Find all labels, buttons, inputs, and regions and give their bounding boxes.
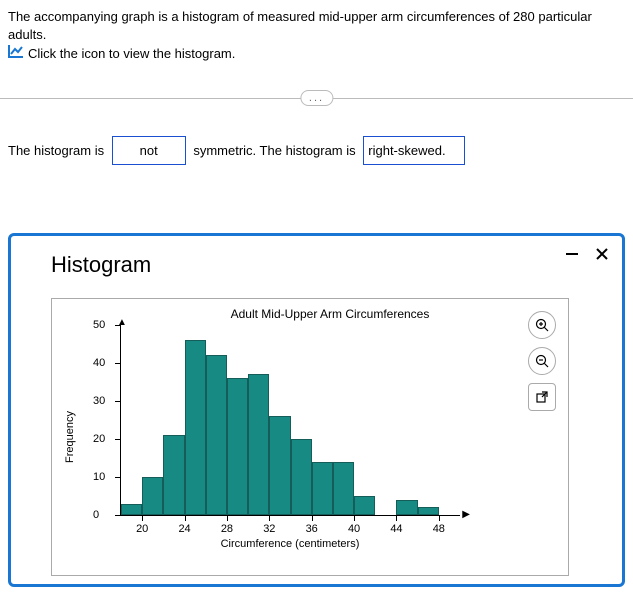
answer-text-2: symmetric. The histogram is	[193, 143, 355, 158]
x-tick	[396, 515, 397, 521]
answer-text-1: The histogram is	[8, 143, 104, 158]
intro-text-1: The accompanying graph is a histogram of…	[8, 8, 625, 44]
y-tick-label: 40	[93, 357, 105, 369]
answer-blank-1[interactable]: not	[112, 136, 186, 165]
histogram-bar	[163, 435, 184, 515]
histogram-bar	[396, 500, 417, 515]
histogram-modal: Histogram Adult Mid-Upper Arm Circumfere…	[8, 233, 625, 587]
x-tick	[227, 515, 228, 521]
x-tick-label: 40	[348, 523, 360, 535]
x-tick	[312, 515, 313, 521]
close-icon[interactable]	[594, 246, 610, 265]
histogram-bar	[269, 416, 290, 515]
histogram-bar	[142, 477, 163, 515]
y-tick-label: 20	[93, 433, 105, 445]
y-tick	[115, 515, 121, 516]
chart-icon[interactable]	[8, 44, 24, 63]
y-tick	[115, 439, 121, 440]
y-tick	[115, 401, 121, 402]
x-tick	[354, 515, 355, 521]
x-tick-label: 44	[390, 523, 402, 535]
y-tick-label: 30	[93, 395, 105, 407]
x-tick-label: 48	[433, 523, 445, 535]
x-tick-label: 24	[178, 523, 190, 535]
histogram-bar	[227, 378, 248, 515]
y-tick	[115, 363, 121, 364]
y-tick	[115, 325, 121, 326]
answer-blank-2[interactable]: right-skewed.	[363, 136, 465, 165]
chart-frame: Adult Mid-Upper Arm Circumferences Frequ…	[51, 298, 569, 576]
chart-title: Adult Mid-Upper Arm Circumferences	[60, 307, 560, 321]
zoom-out-icon[interactable]	[528, 347, 556, 375]
x-tick	[439, 515, 440, 521]
zoom-in-icon[interactable]	[528, 311, 556, 339]
x-tick	[269, 515, 270, 521]
histogram-bar	[418, 507, 439, 515]
histogram-bar	[206, 355, 227, 515]
y-tick-label: 10	[93, 471, 105, 483]
x-tick-label: 32	[263, 523, 275, 535]
x-tick-label: 20	[136, 523, 148, 535]
histogram-plot: ▲ ▶ 010203040502024283236404448	[120, 325, 460, 516]
histogram-bar	[121, 504, 142, 515]
y-tick-label: 50	[93, 319, 105, 331]
x-tick-label: 36	[306, 523, 318, 535]
popout-icon[interactable]	[528, 383, 556, 411]
x-tick-label: 28	[221, 523, 233, 535]
histogram-bar	[333, 462, 354, 515]
histogram-bar	[291, 439, 312, 515]
expand-pill[interactable]: ...	[300, 90, 333, 106]
modal-title: Histogram	[51, 252, 606, 278]
intro-text-2: Click the icon to view the histogram.	[28, 45, 235, 63]
histogram-bar	[312, 462, 333, 515]
x-tick	[185, 515, 186, 521]
y-tick-label: 0	[93, 509, 99, 521]
x-axis-arrow: ▶	[462, 509, 470, 520]
y-tick	[115, 477, 121, 478]
histogram-bar	[185, 340, 206, 515]
answer-sentence: The histogram is not symmetric. The hist…	[0, 128, 633, 173]
x-axis-label: Circumference (centimeters)	[120, 538, 460, 550]
minimize-icon[interactable]	[564, 246, 580, 265]
x-tick	[142, 515, 143, 521]
y-axis-label: Frequency	[64, 411, 76, 463]
histogram-bar	[354, 496, 375, 515]
histogram-bar	[248, 374, 269, 515]
